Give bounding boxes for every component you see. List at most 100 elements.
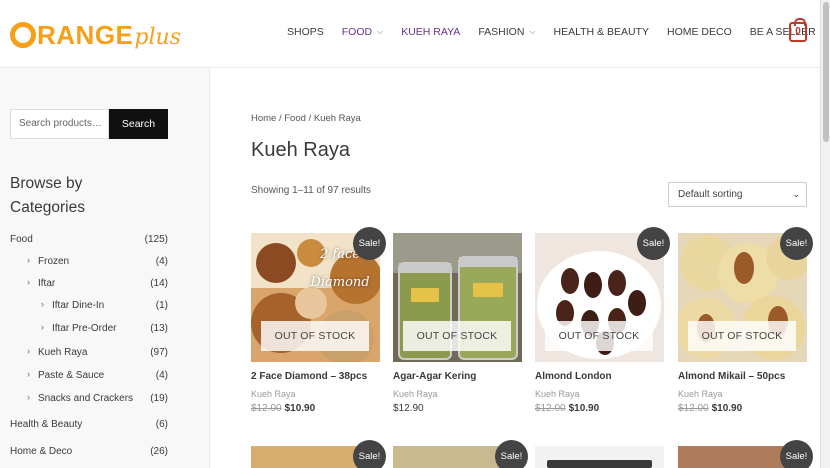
product-name[interactable]: Agar-Agar Kering <box>393 371 476 382</box>
category-name: Iftar <box>38 278 56 289</box>
product-price: $12.00 $10.90 <box>535 403 599 414</box>
product-price: $12.00 $10.90 <box>251 403 315 414</box>
nav-kueh-raya[interactable]: KUEH RAYA <box>401 26 460 38</box>
sort-select[interactable]: Default sorting ⌄ <box>668 182 807 207</box>
sale-badge: Sale! <box>780 440 813 468</box>
logo-o-ring <box>10 22 36 48</box>
category-name: Paste & Sauce <box>38 370 105 381</box>
category-item-home-deco[interactable]: Home & Deco (26) <box>10 446 168 460</box>
category-item-paste-sauce[interactable]: › Paste & Sauce (4) <box>10 369 168 384</box>
old-price: $12.00 <box>535 403 566 414</box>
result-count: Showing 1–11 of 97 results <box>251 185 371 196</box>
sale-badge: Sale! <box>637 227 670 260</box>
product-card[interactable]: OUT OF STOCK Sale! Almond Mikail – 50pcs… <box>678 227 813 423</box>
category-count: (13) <box>150 323 168 334</box>
chevron-down-icon: ⌵ <box>377 27 384 36</box>
category-item-iftar-dine-in[interactable]: › Iftar Dine-In (1) <box>10 299 168 314</box>
product-name[interactable]: Almond London <box>535 371 612 382</box>
current-price: $10.90 <box>568 403 600 414</box>
product-card[interactable]: 2 face Diamond OUT OF STOCK Sale! 2 Face… <box>251 227 386 423</box>
category-item-snacks[interactable]: › Snacks and Crackers (19) <box>10 392 168 407</box>
chevron-right-icon: › <box>27 369 30 379</box>
product-image[interactable]: OUT OF STOCK <box>393 233 522 362</box>
sale-badge: Sale! <box>495 440 528 468</box>
chevron-right-icon: › <box>27 346 30 356</box>
breadcrumb[interactable]: Home / Food / Kueh Raya <box>251 113 361 124</box>
nav-shops[interactable]: SHOPS <box>287 26 324 38</box>
scrollbar-thumb[interactable] <box>823 2 829 142</box>
out-of-stock-label: OUT OF STOCK <box>545 321 653 351</box>
product-price: $12.00 $10.90 <box>678 403 742 414</box>
chevron-down-icon: ⌵ <box>529 27 536 36</box>
chevron-down-icon: ⌄ <box>792 189 800 199</box>
category-name: Snacks and Crackers <box>38 393 134 404</box>
site-header: RANGE plus SHOPS FOOD ⌵ KUEH RAYA FASHION… <box>0 0 820 68</box>
category-name: Kueh Raya <box>38 347 88 358</box>
category-count: (6) <box>155 419 168 430</box>
sale-badge: Sale! <box>780 227 813 260</box>
category-count: (19) <box>150 393 168 404</box>
page-scrollbar[interactable] <box>820 0 830 468</box>
sidebar: Search products… Search Browse by Catego… <box>0 68 210 468</box>
category-count: (4) <box>155 256 168 267</box>
sale-badge: Sale! <box>353 440 386 468</box>
old-price: $12.00 <box>251 403 282 414</box>
nav-label: KUEH RAYA <box>401 26 461 38</box>
category-name: Iftar Pre-Order <box>52 323 117 334</box>
product-card[interactable] <box>535 446 664 468</box>
product-category[interactable]: Kueh Raya <box>535 389 580 399</box>
chevron-right-icon: › <box>27 277 30 287</box>
current-price: $12.90 <box>393 403 424 414</box>
nav-label: FASHION <box>478 26 525 38</box>
category-item-iftar-pre-order[interactable]: › Iftar Pre-Order (13) <box>10 322 168 337</box>
category-item-iftar[interactable]: › Iftar (14) <box>10 277 168 292</box>
nav-label: FOOD <box>341 26 373 38</box>
nav-label: HOME DECO <box>666 26 732 38</box>
sort-selected-value: Default sorting <box>678 189 743 200</box>
product-category[interactable]: Kueh Raya <box>678 389 723 399</box>
logo-suffix-text: plus <box>134 25 181 50</box>
search-input[interactable]: Search products… <box>10 109 109 139</box>
nav-label: SHOPS <box>287 26 324 38</box>
category-name: Health & Beauty <box>10 419 83 430</box>
product-image[interactable] <box>535 446 664 468</box>
cart-icon[interactable]: 0 <box>789 18 807 42</box>
sale-badge: Sale! <box>353 227 386 260</box>
page-title: Kueh Raya <box>251 139 350 161</box>
site-logo[interactable]: RANGE plus <box>10 18 181 52</box>
category-item-food[interactable]: Food (125) <box>10 234 168 248</box>
category-name: Home & Deco <box>10 446 73 457</box>
category-count: (4) <box>155 370 168 381</box>
nav-home-deco[interactable]: HOME DECO <box>667 26 732 38</box>
nav-food[interactable]: FOOD ⌵ <box>342 26 383 38</box>
category-count: (14) <box>150 278 168 289</box>
product-card[interactable]: OUT OF STOCK Sale! Almond London Kueh Ra… <box>535 227 670 423</box>
category-item-kueh-raya[interactable]: › Kueh Raya (97) <box>10 346 168 361</box>
current-price: $10.90 <box>284 403 316 414</box>
category-item-frozen[interactable]: › Frozen (4) <box>10 255 168 270</box>
product-name[interactable]: 2 Face Diamond – 38pcs <box>251 371 367 382</box>
nav-fashion[interactable]: FASHION ⌵ <box>478 26 535 38</box>
chevron-right-icon: › <box>27 392 30 402</box>
category-count: (26) <box>150 446 168 457</box>
nav-health-beauty[interactable]: HEALTH & BEAUTY <box>553 26 649 38</box>
product-price: $12.90 <box>393 403 424 414</box>
category-count: (1) <box>155 300 168 311</box>
current-price: $10.90 <box>711 403 743 414</box>
browse-title: Browse by Categories <box>10 175 85 216</box>
chevron-right-icon: › <box>41 322 44 332</box>
product-name[interactable]: Almond Mikail – 50pcs <box>678 371 785 382</box>
product-card[interactable]: OUT OF STOCK Agar-Agar Kering Kueh Raya … <box>393 233 522 423</box>
product-category[interactable]: Kueh Raya <box>393 389 438 399</box>
category-count: (97) <box>150 347 168 358</box>
chevron-right-icon: › <box>41 299 44 309</box>
search-placeholder: Search products… <box>19 118 102 129</box>
category-item-health-beauty[interactable]: Health & Beauty (6) <box>10 419 168 433</box>
search-button[interactable]: Search <box>109 109 168 139</box>
out-of-stock-label: OUT OF STOCK <box>403 321 511 351</box>
main-nav: SHOPS FOOD ⌵ KUEH RAYA FASHION ⌵ HEALTH & … <box>287 26 830 38</box>
product-category[interactable]: Kueh Raya <box>251 389 296 399</box>
chevron-right-icon: › <box>27 255 30 265</box>
category-name: Food <box>10 234 33 245</box>
old-price: $12.00 <box>678 403 709 414</box>
